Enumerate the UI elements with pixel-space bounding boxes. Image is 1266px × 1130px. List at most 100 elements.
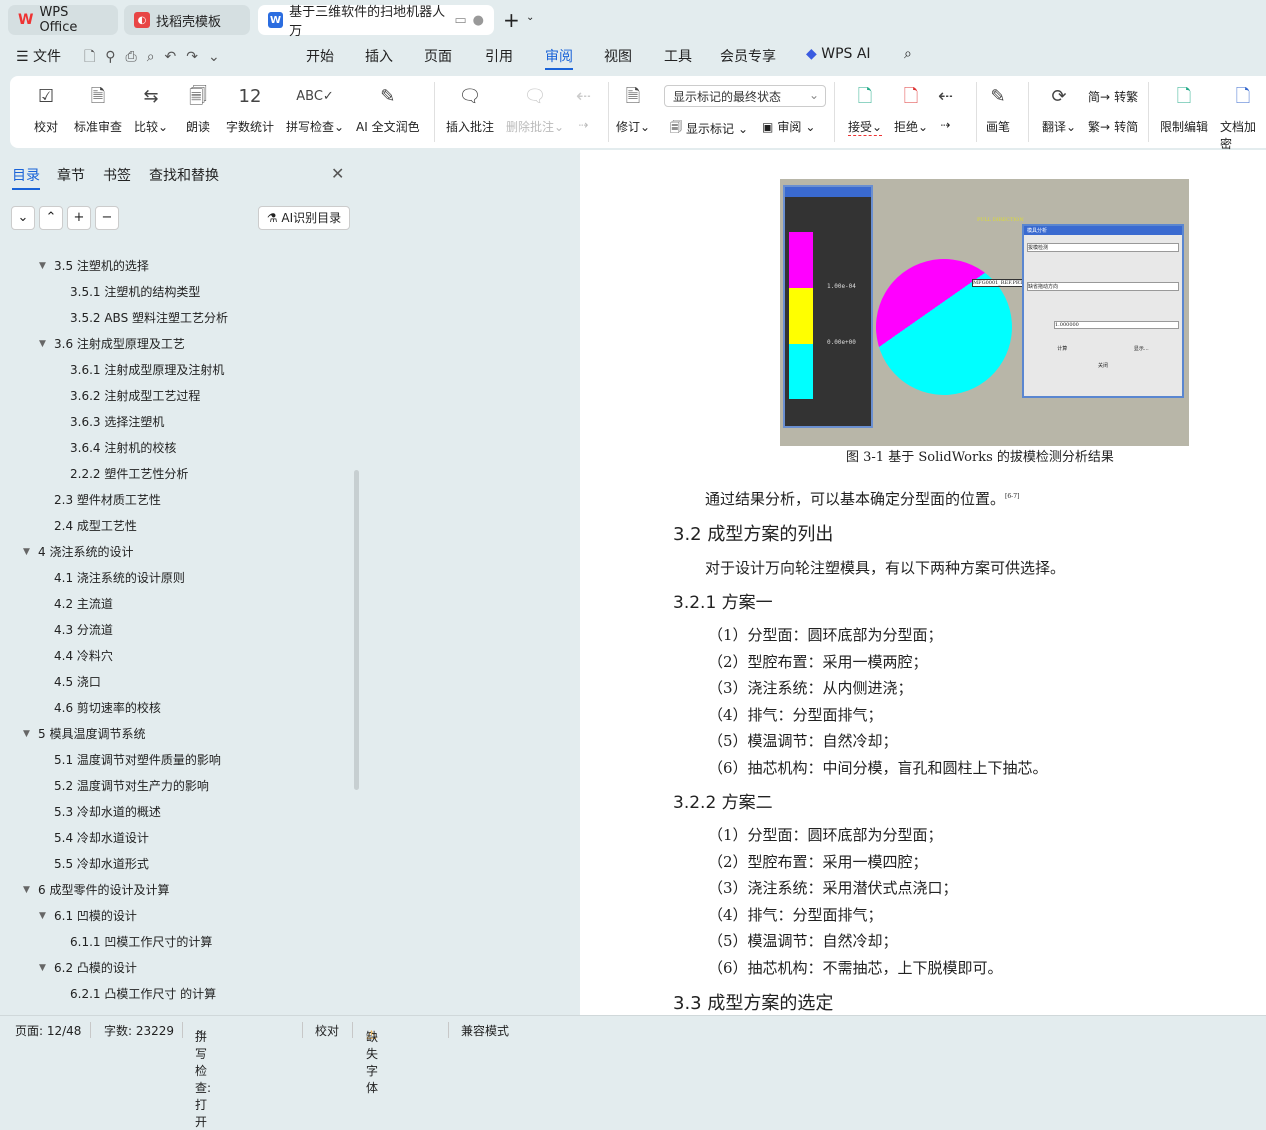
toc-item[interactable]: 5.5 冷却水道形式: [0, 852, 350, 878]
accept-button[interactable]: 🗋 接受⌄: [848, 84, 883, 136]
spell-check-status[interactable]: 拼写检查: 打开 ⌄: [195, 1022, 211, 1129]
prev-next-comment-buttons[interactable]: ⇠ ⇢: [576, 84, 591, 132]
toc-item[interactable]: ▼ 6.1 凹模的设计: [0, 904, 350, 930]
toc-item[interactable]: 6.1.1 凹模工作尺寸的计算: [0, 930, 350, 956]
menu-review[interactable]: 审阅: [545, 46, 573, 70]
revise-button[interactable]: 🗎 修订⌄: [616, 84, 650, 135]
expand-arrow-icon[interactable]: ▼: [39, 332, 46, 356]
insert-comment-icon: 🗨: [458, 86, 482, 107]
ai-polish-button[interactable]: ✎ AI 全文润色: [356, 84, 420, 135]
toc-item[interactable]: 3.5.2 ABS 塑料注塑工艺分析: [0, 306, 350, 332]
toc-item[interactable]: 2.4 成型工艺性: [0, 514, 350, 540]
collapse-up-button[interactable]: ⌃: [39, 206, 63, 230]
delete-comment-icon: 🗨: [523, 86, 547, 107]
translate-button[interactable]: ⟳ 翻译⌄: [1042, 84, 1076, 135]
toc-item[interactable]: 4.4 冷料穴: [0, 644, 350, 670]
tab-bookmarks[interactable]: 书签: [103, 165, 131, 185]
toc-item[interactable]: 4.3 分流道: [0, 618, 350, 644]
delete-comment-button[interactable]: 🗨 删除批注⌄: [506, 84, 564, 135]
toc-item[interactable]: 4.1 浇注系统的设计原则: [0, 566, 350, 592]
tab-wps-office[interactable]: W WPS Office: [8, 5, 118, 35]
toc-item[interactable]: 6.2.1 凸模工作尺寸 的计算: [0, 982, 350, 1008]
menu-home[interactable]: 开始: [306, 46, 334, 66]
menu-references[interactable]: 引用: [485, 46, 513, 66]
file-menu[interactable]: ☰ 文件: [16, 46, 61, 66]
markup-mode-select[interactable]: 显示标记的最终状态 ⌄: [664, 85, 826, 107]
restrict-edit-button[interactable]: 🗋 限制编辑: [1160, 84, 1208, 135]
tab-document[interactable]: W 基于三维软件的扫地机器人万 ▭ ●: [258, 5, 494, 39]
figure-caption: 图 3-1 基于 SolidWorks 的拔模检测分析结果: [846, 450, 1114, 465]
toc-item[interactable]: 2.2.2 塑件工艺性分析: [0, 462, 350, 488]
toc-item[interactable]: 3.5.1 注塑机的结构类型: [0, 280, 350, 306]
to-simplified-button[interactable]: 繁→ 转简: [1088, 118, 1138, 135]
scrollbar[interactable]: [354, 470, 359, 790]
remove-level-button[interactable]: −: [95, 206, 119, 230]
menu-page[interactable]: 页面: [424, 46, 452, 66]
page-indicator[interactable]: 页面: 12/48: [15, 1022, 81, 1039]
expand-arrow-icon[interactable]: ▼: [39, 956, 46, 980]
toc-item[interactable]: 4.5 浇口: [0, 670, 350, 696]
toc-item[interactable]: 3.6.2 注射成型工艺过程: [0, 384, 350, 410]
toc-item[interactable]: 2.3 塑件材质工艺性: [0, 488, 350, 514]
menu-wps-ai[interactable]: ◆ WPS AI: [806, 46, 871, 62]
toc-item[interactable]: 4.2 主流道: [0, 592, 350, 618]
tab-chapters[interactable]: 章节: [57, 165, 85, 185]
list-item: （3）浇注系统：采用潜伏式点浇口；: [708, 879, 958, 898]
chevron-down-icon[interactable]: ⌄: [526, 12, 534, 23]
quick-access-icons[interactable]: 🗋⚲⎙⌕↶↷⌄: [84, 46, 230, 70]
toc-item[interactable]: 3.6.1 注射成型原理及注射机: [0, 358, 350, 384]
spell-check-icon: ABC✓: [296, 89, 334, 104]
toc-item[interactable]: ▼ 3.6 注射成型原理及工艺: [0, 332, 350, 358]
menu-member[interactable]: 会员专享: [720, 46, 776, 66]
standard-review-button[interactable]: 🗎 标准审查: [74, 84, 122, 135]
toc-item[interactable]: ▼ 4 浇注系统的设计: [0, 540, 350, 566]
tab-toc[interactable]: 目录: [12, 165, 40, 190]
pen-button[interactable]: ✎ 画笔: [986, 84, 1010, 135]
expand-arrow-icon[interactable]: ▼: [23, 540, 30, 564]
review-pane-button[interactable]: ▣ 审阅 ⌄: [762, 118, 815, 135]
toc-item[interactable]: 5.2 温度调节对生产力的影响: [0, 774, 350, 800]
search-icon[interactable]: ⌕: [904, 46, 912, 62]
proof-button[interactable]: ☑ 校对: [34, 84, 58, 135]
prev-next-change-buttons[interactable]: ⇠ ⇢: [938, 84, 953, 132]
to-traditional-button[interactable]: 简→ 转繁: [1088, 88, 1138, 105]
compare-icon: ⇆: [143, 86, 159, 107]
list-item: （5）模温调节：自然冷却；: [708, 932, 898, 951]
tab-find-replace[interactable]: 查找和替换: [149, 165, 219, 185]
expand-arrow-icon[interactable]: ▼: [23, 878, 30, 902]
proof-status[interactable]: 校对: [315, 1022, 339, 1039]
toc-item[interactable]: ▼ 5 模具温度调节系统: [0, 722, 350, 748]
toc-item[interactable]: 5.3 冷却水道的概述: [0, 800, 350, 826]
toc-item[interactable]: 3.6.3 选择注塑机: [0, 410, 350, 436]
insert-comment-button[interactable]: 🗨 插入批注: [446, 84, 494, 135]
toc-item[interactable]: 5.1 温度调节对塑件质量的影响: [0, 748, 350, 774]
toc-item[interactable]: 5.4 冷却水道设计: [0, 826, 350, 852]
compare-button[interactable]: ⇆ 比较⌄: [134, 84, 168, 135]
read-aloud-button[interactable]: 🗐 朗读: [186, 84, 210, 135]
spell-check-button[interactable]: ABC✓ 拼写检查⌄: [286, 84, 344, 135]
toc-item[interactable]: 3.6.4 注射机的校核: [0, 436, 350, 462]
toc-item[interactable]: ▼ 3.5 注塑机的选择: [0, 254, 350, 280]
reject-button[interactable]: 🗋 拒绝⌄: [894, 84, 928, 135]
expand-arrow-icon[interactable]: ▼: [39, 904, 46, 928]
expand-down-button[interactable]: ⌄: [11, 206, 35, 230]
new-tab-button[interactable]: +: [503, 8, 520, 32]
ai-toc-button[interactable]: ⚗ AI识别目录: [258, 206, 350, 230]
encrypt-button[interactable]: 🗋 文档加密: [1220, 84, 1266, 152]
lock-doc-icon: 🗋: [1176, 86, 1192, 107]
toc-item[interactable]: 4.6 剪切速率的校核: [0, 696, 350, 722]
close-icon[interactable]: ✕: [331, 164, 344, 183]
add-level-button[interactable]: +: [67, 206, 91, 230]
menu-tools[interactable]: 工具: [664, 46, 692, 66]
tab-template[interactable]: ◐ 找稻壳模板: [124, 5, 250, 35]
expand-arrow-icon[interactable]: ▼: [39, 254, 46, 278]
show-markup-button[interactable]: 🗐 显示标记 ⌄: [670, 118, 748, 139]
expand-arrow-icon[interactable]: ▼: [23, 722, 30, 746]
menu-insert[interactable]: 插入: [365, 46, 393, 66]
toc-item[interactable]: ▼ 6.2 凸模的设计: [0, 956, 350, 982]
accept-icon: 🗋: [857, 86, 873, 107]
toc-item[interactable]: ▼ 6 成型零件的设计及计算: [0, 878, 350, 904]
word-count[interactable]: 字数: 23229: [104, 1022, 174, 1039]
word-count-button[interactable]: 12 字数统计: [226, 84, 274, 135]
menu-view[interactable]: 视图: [604, 46, 632, 66]
